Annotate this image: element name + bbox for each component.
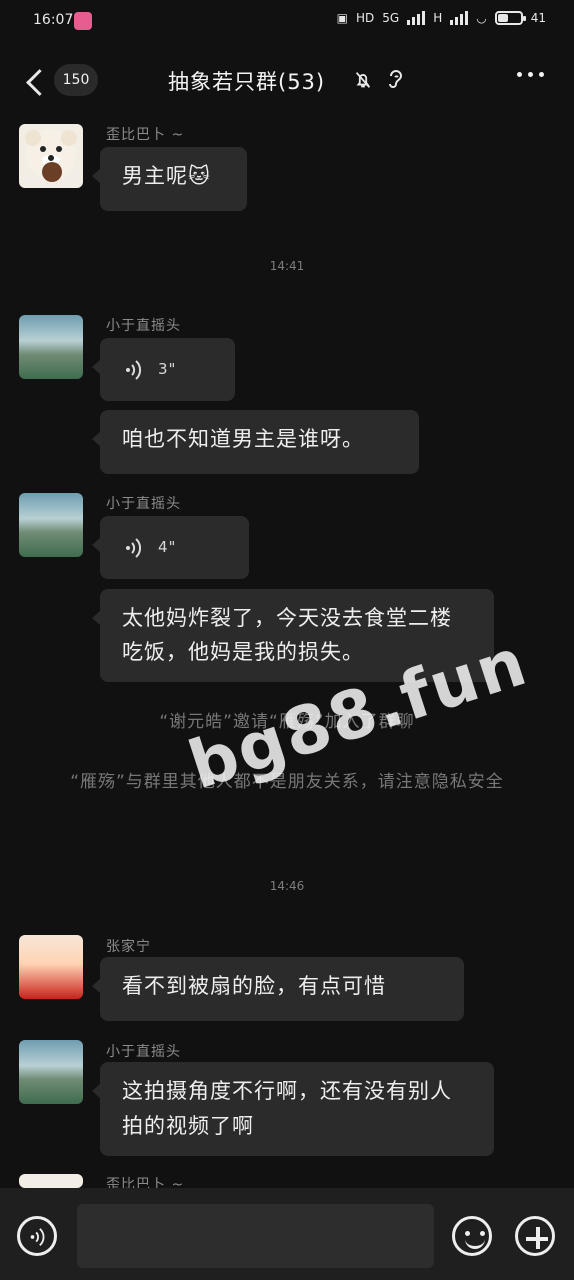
vibrate-icon: ▣ bbox=[336, 11, 348, 25]
timestamp: 14:41 bbox=[269, 259, 305, 273]
ear-icon[interactable] bbox=[385, 68, 405, 92]
message-bubble[interactable]: 男主呢🐱 bbox=[92, 147, 247, 211]
avatar[interactable] bbox=[19, 315, 83, 379]
sender-name: 歪比巴卜 ~ bbox=[106, 127, 185, 143]
network-5g-label: 5G bbox=[382, 11, 400, 25]
message-bubble[interactable]: 咱也不知道男主是谁呀。 bbox=[92, 410, 419, 474]
voice-message-bubble[interactable]: 3" bbox=[92, 338, 235, 401]
plus-icon[interactable] bbox=[515, 1216, 555, 1256]
status-icons: ▣ HD 5G H ◡ 41 bbox=[337, 11, 546, 25]
voice-duration: 3" bbox=[158, 360, 177, 378]
voice-message-bubble[interactable]: 4" bbox=[92, 516, 249, 579]
sender-name: 小于直摇头 bbox=[106, 318, 181, 334]
message-bubble[interactable]: 看不到被扇的脸，有点可惜 bbox=[92, 957, 464, 1021]
signal-icon bbox=[450, 11, 469, 25]
status-time: 16:07 bbox=[33, 12, 74, 28]
battery-icon bbox=[494, 11, 526, 25]
group-title: 抽象若只群(53) bbox=[168, 70, 326, 94]
voice-icon bbox=[126, 359, 142, 380]
sender-name: 小于直摇头 bbox=[106, 1044, 181, 1060]
sender-name: 小于直摇头 bbox=[106, 496, 181, 512]
status-bar: 16:07 ▣ HD 5G H ◡ 41 bbox=[0, 0, 574, 44]
timestamp: 14:46 bbox=[269, 879, 305, 893]
hd-label: HD bbox=[356, 11, 375, 25]
avatar[interactable] bbox=[19, 935, 83, 999]
unread-count-badge[interactable]: 150 bbox=[54, 64, 98, 96]
network-h-label: H bbox=[433, 11, 443, 25]
more-icon[interactable] bbox=[517, 72, 544, 77]
wifi-icon: ◡ bbox=[476, 11, 487, 25]
signal-icon bbox=[407, 11, 426, 25]
avatar[interactable] bbox=[19, 493, 83, 557]
sender-name: 张家宁 bbox=[106, 939, 151, 955]
voice-input-button[interactable] bbox=[17, 1216, 57, 1256]
voice-icon bbox=[30, 1228, 45, 1246]
battery-level-fill bbox=[497, 14, 508, 22]
avatar[interactable] bbox=[19, 1040, 83, 1104]
avatar[interactable] bbox=[19, 124, 83, 188]
bell-slash-icon[interactable] bbox=[352, 68, 374, 92]
avatar[interactable] bbox=[19, 1174, 83, 1188]
chat-header: 150 抽象若只群(53) bbox=[0, 44, 574, 120]
message-bubble[interactable]: 这拍摄角度不行啊，还有没有别人拍的视频了啊 bbox=[92, 1062, 494, 1156]
app-notification-icon bbox=[74, 12, 92, 30]
bear-avatar-image bbox=[25, 130, 77, 182]
voice-icon bbox=[126, 537, 142, 558]
chat-input-bar bbox=[0, 1188, 574, 1280]
emoji-icon[interactable] bbox=[452, 1216, 492, 1256]
battery-percentage: 41 bbox=[530, 11, 546, 25]
voice-duration: 4" bbox=[158, 538, 177, 556]
message-input[interactable] bbox=[77, 1204, 434, 1268]
back-arrow-icon[interactable] bbox=[24, 68, 50, 98]
